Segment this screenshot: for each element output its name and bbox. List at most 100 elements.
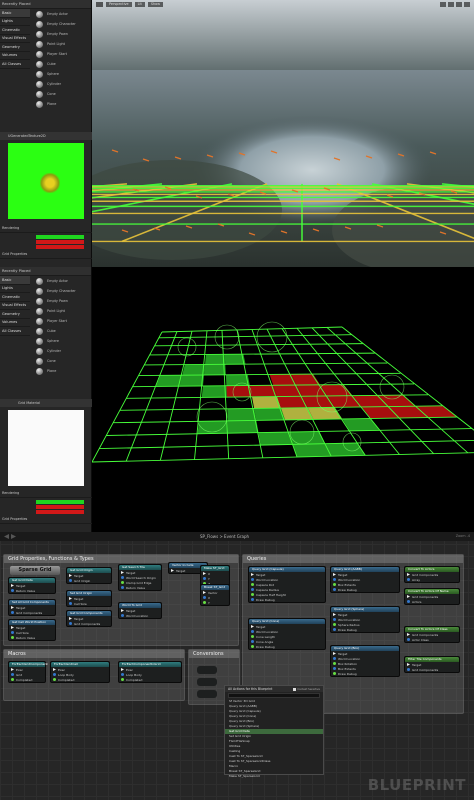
bp-node[interactable]: Break ST_Grid Vector X Y <box>200 584 230 606</box>
bp-node[interactable]: Get Grid Data Target Return Value <box>8 577 56 594</box>
category-0[interactable]: Basic <box>0 9 30 18</box>
context-sensitive-checkbox[interactable] <box>293 687 297 691</box>
place-item-2[interactable]: Empty Pawn <box>30 29 91 39</box>
bp-pin[interactable]: Draw Debug <box>331 671 399 676</box>
bp-pin[interactable]: Completed <box>119 677 181 682</box>
bp-pin[interactable]: Return Value <box>119 585 161 590</box>
bp-node[interactable]: Query Grid (Cone) Target World Location Con… <box>248 618 326 650</box>
texture-tab[interactable]: UGeneratedTexture2D <box>0 132 92 140</box>
place-item-1[interactable]: Empty Character <box>30 19 91 29</box>
graph-forward-icon[interactable] <box>11 534 16 539</box>
place-item-8[interactable]: Cone <box>30 356 91 366</box>
category-3[interactable]: Visual Effects <box>0 35 30 43</box>
place-item-0[interactable]: Empty Actor <box>30 9 91 19</box>
bp-pin[interactable]: Draw Debug <box>331 587 399 592</box>
bp-pin[interactable]: Grid Components <box>67 621 111 626</box>
place-item-9[interactable]: Plane <box>30 366 91 376</box>
place-item-6[interactable]: Sphere <box>30 69 91 79</box>
grid-icon[interactable] <box>448 2 454 7</box>
conversion-node-2[interactable] <box>197 678 217 686</box>
context-menu-item[interactable]: Make ST_SparseGrid <box>225 774 323 779</box>
bp-node[interactable]: Get Search Tile Target World Search Origin… <box>118 564 162 591</box>
category-1[interactable]: Lights <box>0 285 30 293</box>
bp-pin[interactable]: Completed <box>9 677 45 682</box>
maximize-icon[interactable] <box>464 2 470 7</box>
bp-node[interactable]: Get Cell World Position Target Cell Size Re… <box>8 619 56 641</box>
bp-pin[interactable]: Grid Origin <box>67 578 111 583</box>
bp-pin[interactable]: World Location <box>119 613 161 618</box>
place-item-6[interactable]: Sphere <box>30 336 91 346</box>
bp-pin[interactable]: Draw Debug <box>249 597 325 602</box>
snap-icon[interactable] <box>440 2 446 7</box>
place-item-0[interactable]: Empty Actor <box>30 276 91 286</box>
category-2[interactable]: Cinematic <box>0 26 30 35</box>
bp-pin[interactable]: Y <box>201 600 229 605</box>
category-1[interactable]: Lights <box>0 18 30 26</box>
bp-pin[interactable]: Grid Components <box>405 667 459 672</box>
bp-pin[interactable]: Draw Debug <box>249 644 325 649</box>
bp-node[interactable]: Convert To Actors Of Class Grid Component… <box>404 626 460 643</box>
bp-node[interactable]: Convert To Actors Of Name Grid Components… <box>404 588 460 605</box>
bp-pin[interactable]: Actor Class <box>405 637 459 642</box>
context-menu[interactable]: All Actions for this Blueprint Context S… <box>224 685 324 778</box>
place-item-4[interactable]: Player Start <box>30 316 91 326</box>
graph-back-icon[interactable] <box>4 534 9 539</box>
viewport-grid[interactable] <box>92 267 474 532</box>
bp-node[interactable]: Query Grid (Capsule) Target World Location… <box>248 566 326 603</box>
category-4[interactable]: Geometry <box>0 310 30 319</box>
bp-node[interactable]: Query Grid (Box) Target World Location Box … <box>330 645 400 677</box>
bp-node[interactable]: Get Grid Origin Target Grid Origin <box>66 567 112 584</box>
place-item-1[interactable]: Empty Character <box>30 286 91 296</box>
place-item-2[interactable]: Empty Pawn <box>30 296 91 306</box>
category-3[interactable]: Visual Effects <box>0 302 30 310</box>
bp-node[interactable]: ForEachGridComponent Exec Grid Completed <box>8 661 48 683</box>
place-item-8[interactable]: Cone <box>30 89 91 99</box>
material-tab[interactable]: Grid Material <box>0 399 92 407</box>
bp-node[interactable]: Filter Tile Components Target Grid Compone… <box>404 656 460 673</box>
viewport-terrain[interactable]: Perspective Lit Show <box>92 0 474 267</box>
bp-node[interactable]: World To Grid Target World Location <box>118 602 162 619</box>
category-0[interactable]: Basic <box>0 276 30 285</box>
category-6[interactable]: All Classes <box>0 60 30 69</box>
context-sensitive-toggle[interactable]: Context Sensitive <box>293 687 320 691</box>
bp-node[interactable]: Query Grid (AABB) Target World Location Box… <box>330 566 400 593</box>
bp-pin[interactable]: World Search Origin <box>119 575 161 580</box>
bp-pin[interactable]: Completed <box>51 677 109 682</box>
conversion-node-1[interactable] <box>197 666 217 674</box>
context-menu-search[interactable] <box>228 693 320 698</box>
bp-node[interactable]: Convert To Actors Grid Components Array <box>404 566 460 583</box>
sparse-grid-node[interactable]: Sparse Grid <box>10 566 60 575</box>
category-5[interactable]: Volumes <box>0 319 30 327</box>
conversion-node-3[interactable] <box>197 690 217 698</box>
viewport-lit-button[interactable]: Lit <box>134 2 145 7</box>
bp-node[interactable]: ForEachGridCell Exec Loop Body Completed <box>50 661 110 683</box>
bp-node[interactable]: Set Grid Origin Target Cell Size <box>66 590 112 607</box>
place-item-9[interactable]: Plane <box>30 99 91 109</box>
rotate-icon[interactable] <box>456 2 462 7</box>
place-item-7[interactable]: Cylinder <box>30 79 91 89</box>
bp-pin[interactable]: Array <box>405 577 459 582</box>
category-4[interactable]: Geometry <box>0 43 30 52</box>
viewport-show-button[interactable]: Show <box>147 2 163 7</box>
viewport-menu-icon[interactable] <box>96 2 103 7</box>
bp-pin[interactable]: Actors <box>405 599 459 604</box>
viewport-perspective-button[interactable]: Perspective <box>106 2 132 7</box>
bp-pin[interactable]: Draw Debug <box>331 627 399 632</box>
place-item-7[interactable]: Cylinder <box>30 346 91 356</box>
bp-node[interactable]: ForEachComponentInGrid Exec Loop Body Compl… <box>118 661 182 683</box>
place-item-4[interactable]: Player Start <box>30 49 91 59</box>
bp-pin[interactable]: Cell Size <box>67 601 111 606</box>
category-6[interactable]: All Classes <box>0 327 30 336</box>
bp-pin[interactable]: Return Value <box>9 635 55 640</box>
bp-node[interactable]: Get Grid Components Target Grid Components <box>66 610 112 627</box>
place-item-5[interactable]: Cube <box>30 59 91 69</box>
blueprint-graph[interactable]: SP_Flows > Event Graph Zoom -4 Grid Prop… <box>0 532 474 800</box>
category-5[interactable]: Volumes <box>0 52 30 60</box>
place-item-3[interactable]: Point Light <box>30 306 91 316</box>
place-item-5[interactable]: Cube <box>30 326 91 336</box>
category-2[interactable]: Cinematic <box>0 293 30 302</box>
bp-node[interactable]: Set All Grid Components Target Grid Compon… <box>8 599 56 616</box>
place-item-3[interactable]: Point Light <box>30 39 91 49</box>
breadcrumb[interactable]: SP_Flows > Event Graph <box>200 534 249 539</box>
bp-pin[interactable]: Return Value <box>9 588 55 593</box>
